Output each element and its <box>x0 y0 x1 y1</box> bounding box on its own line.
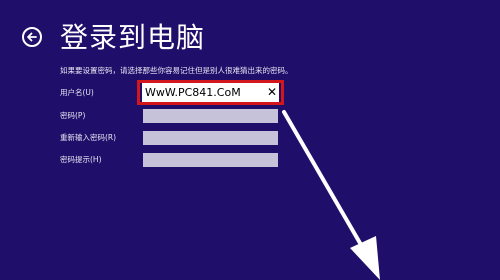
annotation-arrow <box>282 110 380 280</box>
login-setup-page: 登录到电脑 如果要设置密码，请选择那些你容易记住但是别人很难猜出来的密码。 用户… <box>0 0 500 280</box>
